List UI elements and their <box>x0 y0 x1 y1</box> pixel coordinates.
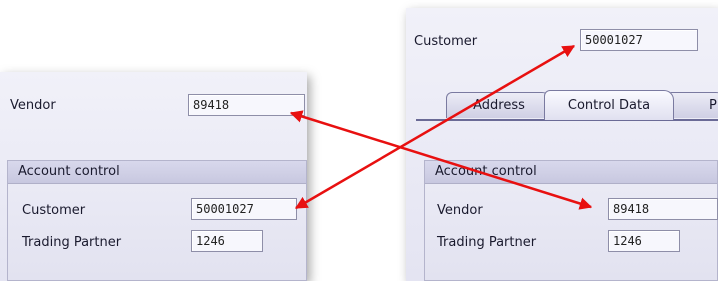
tab-control-data[interactable]: Control Data <box>544 90 674 120</box>
vendor-link-arrow <box>289 110 593 210</box>
cross-reference-arrows <box>289 44 593 210</box>
